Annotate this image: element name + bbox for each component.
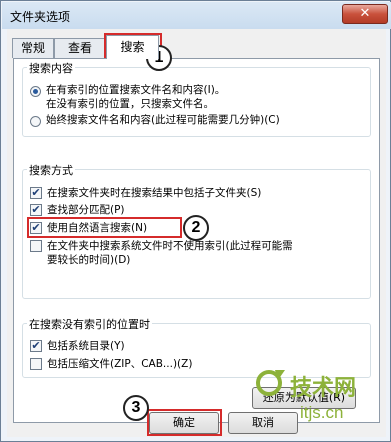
group-title: 搜索内容 (27, 60, 75, 76)
group-title: 在搜索没有索引的位置时 (27, 316, 152, 332)
badge-number: 3 (131, 399, 141, 416)
option-label: 在文件夹中搜索系统文件时不使用索引(此过程可能需 (47, 240, 293, 252)
annotation-badge-3: 3 (123, 395, 149, 421)
tab-search[interactable]: 搜索 (106, 35, 159, 59)
annotation-badge-2: 2 (183, 215, 209, 241)
option-label: 查找部分匹配(P) (47, 204, 125, 216)
option-label: 包括系统目录(Y) (47, 340, 125, 352)
option-label: 包括压缩文件(ZIP、CAB...)(Z) (47, 358, 193, 370)
badge-number: 2 (191, 219, 201, 236)
option-label: 在有索引的位置搜索文件名和内容(I)。 (46, 84, 226, 96)
option-label: 要较长的时间)(D) (47, 254, 131, 266)
tab-view[interactable]: 查看 (54, 38, 106, 58)
cancel-button[interactable]: 取消 (228, 412, 298, 434)
option-label: 在没有索引的位置，只搜索文件名。 (46, 98, 214, 110)
checkbox-no-index-system-files[interactable] (30, 240, 42, 252)
tab-general[interactable]: 常规 (12, 38, 54, 58)
checkbox-include-subfolders[interactable]: ✔ (30, 187, 42, 199)
close-button[interactable]: ✕ (342, 4, 388, 24)
checkbox-include-system-directories[interactable]: ✔ (30, 340, 42, 352)
option-label: 在搜索文件夹时在搜索结果中包括子文件夹(S) (47, 187, 262, 199)
watermark-brand: 技术网 (290, 375, 357, 400)
checkbox-partial-match[interactable]: ✔ (30, 204, 42, 216)
check-icon: ✔ (31, 186, 41, 199)
window-title: 文件夹选项 (10, 10, 71, 24)
close-icon: ✕ (359, 6, 371, 21)
button-label: 取消 (252, 416, 274, 429)
watermark-url: itjs.cn (300, 403, 344, 422)
radio-always-search-contents[interactable] (30, 116, 41, 127)
option-label: 始终搜索文件名和内容(此过程可能需要几分钟)(C) (46, 114, 280, 126)
group-title: 搜索方式 (27, 162, 75, 178)
title-bar[interactable]: 文件夹选项 ✕ (2, 2, 391, 29)
tab-label: 常规 (20, 41, 45, 55)
tab-label: 查看 (67, 41, 92, 55)
radio-search-indexed[interactable] (30, 86, 41, 97)
tab-label: 搜索 (120, 40, 145, 54)
check-icon: ✔ (31, 339, 41, 352)
natural-language-highlight (27, 217, 182, 238)
watermark-logo-icon (256, 370, 285, 396)
checkbox-include-compressed-files[interactable] (30, 358, 42, 370)
check-icon: ✔ (31, 203, 41, 216)
ok-button-highlight (147, 409, 222, 436)
